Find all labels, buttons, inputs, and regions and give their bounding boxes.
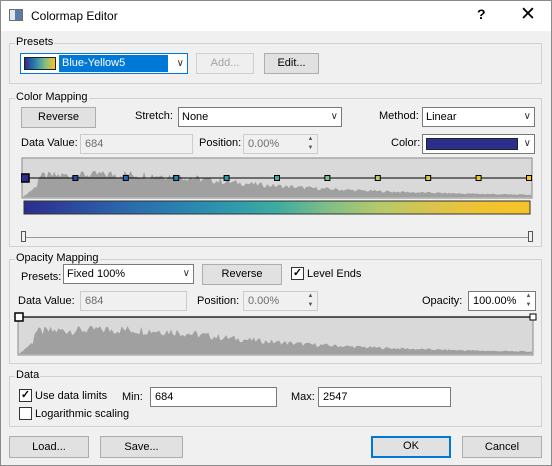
colormap-gradient-bar: [23, 200, 531, 215]
logarithmic-scaling-label: Logarithmic scaling: [35, 408, 130, 420]
level-ends-label: Level Ends: [307, 268, 362, 280]
spin-up-icon[interactable]: ▲: [304, 292, 317, 301]
color-reverse-button[interactable]: Reverse: [21, 107, 96, 128]
help-button[interactable]: ?: [477, 6, 486, 22]
presets-group-label: Presets: [15, 36, 55, 48]
title-bar: Colormap Editor ? ✕: [1, 1, 551, 31]
cancel-button[interactable]: Cancel: [462, 436, 542, 458]
opacity-stop-end[interactable]: [529, 313, 537, 321]
opacity-value: 100.00%: [473, 295, 517, 307]
load-button[interactable]: Load...: [9, 436, 89, 458]
color-mapping-group-label: Color Mapping: [15, 91, 89, 103]
add-preset-button[interactable]: Add...: [196, 53, 254, 74]
color-position-label: Position:: [199, 137, 242, 149]
stretch-select[interactable]: None ∨: [178, 107, 342, 127]
method-select[interactable]: Linear ∨: [422, 107, 535, 127]
preset-selected-text: Blue-Yellow5: [59, 55, 168, 72]
opacity-spinner[interactable]: 100.00% ▲ ▼: [468, 291, 536, 311]
color-label: Color:: [391, 137, 421, 149]
color-stop-marker[interactable]: [324, 175, 331, 181]
ok-button[interactable]: OK: [371, 436, 451, 458]
chevron-down-icon: ∨: [330, 111, 338, 122]
method-label: Method:: [379, 110, 419, 122]
color-picker[interactable]: ∨: [422, 134, 535, 154]
max-input[interactable]: 2547: [318, 387, 451, 407]
spin-up-icon[interactable]: ▲: [304, 135, 317, 144]
opacity-label: Opacity:: [422, 295, 463, 307]
spin-down-icon[interactable]: ▼: [522, 301, 535, 310]
stretch-label: Stretch:: [135, 110, 173, 122]
opacity-position-spinner[interactable]: 0.00% ▲ ▼: [243, 291, 318, 311]
opacity-stop-start[interactable]: [14, 312, 24, 322]
opacity-stop-editor[interactable]: [13, 311, 539, 359]
opacity-reverse-button[interactable]: Reverse: [202, 264, 282, 285]
edit-preset-button[interactable]: Edit...: [264, 53, 319, 74]
logarithmic-scaling-checkbox[interactable]: [19, 407, 32, 420]
close-icon[interactable]: ✕: [520, 3, 536, 26]
color-swatch: [426, 138, 518, 150]
chevron-down-icon: ∨: [523, 111, 531, 122]
use-data-limits-checkbox[interactable]: ✓: [19, 389, 32, 402]
method-value: Linear: [426, 111, 457, 123]
opacity-position-label: Position:: [197, 295, 240, 307]
color-stop-editor[interactable]: [21, 157, 533, 217]
color-stop-marker[interactable]: [274, 175, 280, 181]
opacity-mapping-group-label: Opacity Mapping: [15, 252, 100, 264]
level-ends-checkbox[interactable]: ✓: [291, 267, 304, 280]
opacity-presets-value: Fixed 100%: [67, 268, 126, 280]
color-position-spinner[interactable]: 0.00% ▲ ▼: [243, 134, 318, 154]
opacity-data-value-field[interactable]: 684: [80, 291, 187, 311]
chevron-down-icon: ∨: [523, 138, 531, 149]
color-data-value-field[interactable]: 684: [80, 134, 193, 154]
opacity-presets-select[interactable]: Fixed 100% ∨: [63, 264, 194, 284]
chevron-down-icon: ∨: [176, 58, 184, 69]
range-slider-track: [21, 237, 533, 238]
spin-up-icon[interactable]: ▲: [522, 292, 535, 301]
color-stop-marker[interactable]: [475, 175, 482, 181]
color-stop-marker[interactable]: [425, 175, 432, 181]
preset-swatch: [24, 57, 56, 70]
color-stop-marker[interactable]: [173, 175, 180, 181]
max-label: Max:: [291, 391, 315, 403]
opacity-position-value: 0.00%: [248, 295, 280, 307]
app-icon: [9, 9, 23, 21]
color-stop-marker[interactable]: [21, 173, 30, 183]
range-slider-max-handle[interactable]: [528, 231, 533, 242]
opacity-presets-label: Presets:: [21, 271, 62, 283]
range-slider-min-handle[interactable]: [21, 231, 26, 242]
color-stop-marker[interactable]: [223, 175, 230, 181]
color-stop-marker[interactable]: [374, 175, 381, 181]
window-title: Colormap Editor: [31, 9, 118, 23]
spin-down-icon[interactable]: ▼: [304, 301, 317, 310]
save-button[interactable]: Save...: [100, 436, 183, 458]
min-input[interactable]: 684: [150, 387, 277, 407]
opacity-data-value-label: Data Value:: [18, 295, 75, 307]
data-group-label: Data: [15, 369, 41, 381]
chevron-down-icon: ∨: [182, 268, 190, 279]
color-stop-marker[interactable]: [122, 175, 129, 181]
use-data-limits-label: Use data limits: [35, 390, 108, 402]
stretch-value: None: [182, 111, 209, 123]
colormap-editor-window: Colormap Editor ? ✕ Presets Blue-Yellow5…: [0, 0, 552, 466]
color-stop-marker[interactable]: [72, 175, 79, 181]
color-position-value: 0.00%: [248, 138, 280, 150]
spin-down-icon[interactable]: ▼: [304, 144, 317, 153]
min-label: Min:: [122, 391, 143, 403]
color-stop-marker[interactable]: [526, 175, 532, 181]
color-data-value-label: Data Value:: [21, 137, 78, 149]
preset-select[interactable]: Blue-Yellow5 ∨: [20, 53, 188, 74]
